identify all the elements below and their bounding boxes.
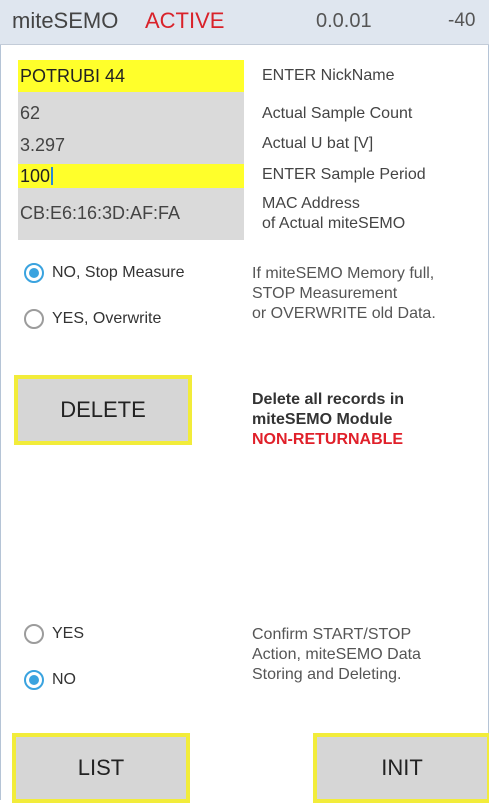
nickname-input[interactable]: POTRUBI 44: [18, 60, 244, 92]
delete-info: Delete all records in miteSEMO Module NO…: [252, 390, 404, 450]
u-bat-label: Actual U bat [V]: [262, 135, 374, 152]
radio-confirm-yes[interactable]: [24, 624, 44, 644]
delete-info-line2: miteSEMO Module: [252, 411, 393, 428]
nickname-label: ENTER NickName: [262, 67, 395, 84]
memory-full-info-line3: or OVERWRITE old Data.: [252, 305, 436, 322]
radio-stop-measure-label[interactable]: NO, Stop Measure: [52, 264, 185, 282]
delete-warning: NON-RETURNABLE: [252, 431, 404, 448]
signal-strength: -40: [448, 10, 476, 31]
delete-info-line1: Delete all records in: [252, 391, 405, 408]
mac-label-line1: MAC Address: [262, 195, 360, 212]
version-label: 0.0.01: [316, 10, 372, 32]
memory-full-info-line2: STOP Measurement: [252, 285, 398, 302]
radio-confirm-no-label[interactable]: NO: [52, 671, 76, 689]
mac-address-value: CB:E6:16:3D:AF:FA: [20, 203, 181, 223]
sample-period-label: ENTER Sample Period: [262, 166, 426, 183]
sample-period-input[interactable]: 100: [18, 164, 244, 188]
sample-count-value: 62: [20, 103, 41, 123]
memory-full-info-line1: If miteSEMO Memory full,: [252, 265, 435, 282]
app-header: miteSEMO ACTIVE 0.0.01 -40: [0, 0, 489, 45]
nickname-value: POTRUBI 44: [20, 66, 126, 86]
confirm-info-line3: Storing and Deleting.: [252, 666, 402, 683]
list-button[interactable]: LIST: [12, 733, 190, 803]
radio-stop-measure[interactable]: [24, 263, 44, 283]
app-name: miteSEMO: [12, 8, 119, 33]
u-bat-value: 3.297: [20, 135, 66, 155]
sample-count-label: Actual Sample Count: [262, 105, 413, 122]
radio-overwrite[interactable]: [24, 309, 44, 329]
mac-label-line2: of Actual miteSEMO: [262, 215, 406, 232]
radio-confirm-no[interactable]: [24, 670, 44, 690]
connection-status: ACTIVE: [145, 8, 225, 33]
confirm-info-line1: Confirm START/STOP: [252, 626, 412, 643]
sample-period-value: 100: [20, 166, 51, 186]
confirm-info-line2: Action, miteSEMO Data: [252, 646, 421, 663]
radio-overwrite-label[interactable]: YES, Overwrite: [52, 310, 161, 328]
delete-button[interactable]: DELETE: [14, 375, 192, 445]
init-button[interactable]: INIT: [313, 733, 489, 803]
radio-confirm-yes-label[interactable]: YES: [52, 625, 84, 643]
text-cursor: [51, 167, 54, 185]
